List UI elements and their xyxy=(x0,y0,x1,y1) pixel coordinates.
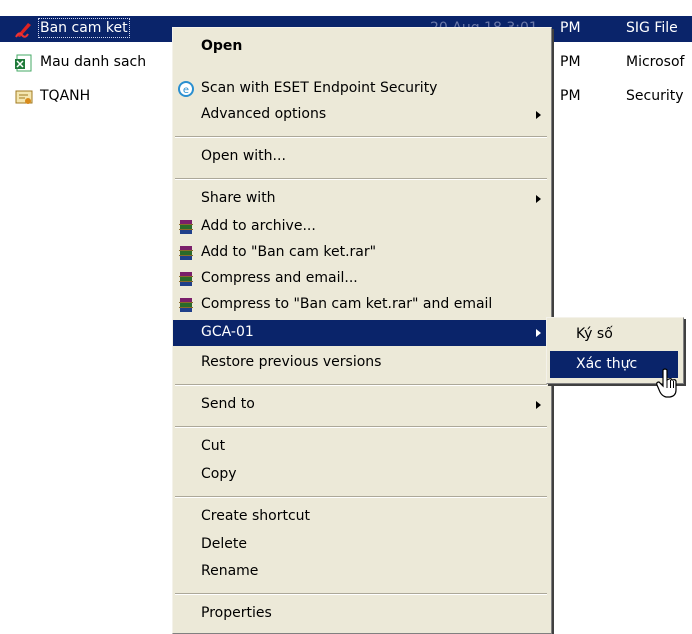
certificate-file-icon xyxy=(15,90,33,104)
menu-item-gca-01[interactable]: GCA-01 xyxy=(173,320,551,346)
menu-item-compress-and-email[interactable]: Compress and email... xyxy=(173,266,551,292)
menu-item-label: Open with... xyxy=(201,148,286,164)
menu-item-label: GCA-01 xyxy=(201,324,254,340)
eset-icon: e xyxy=(178,81,194,97)
menu-item-add-to-rar[interactable]: Add to "Ban cam ket.rar" xyxy=(173,240,551,266)
menu-item-open-with[interactable]: Open with... xyxy=(173,144,551,170)
file-time: PM xyxy=(560,54,581,70)
menu-item-label: Scan with ESET Endpoint Security xyxy=(201,80,438,96)
submenu-arrow-icon xyxy=(536,329,541,337)
menu-item-advanced-options[interactable]: Advanced options xyxy=(173,102,551,128)
menu-item-label: Copy xyxy=(201,466,237,482)
svg-text:e: e xyxy=(183,85,189,96)
file-name: Ban cam ket xyxy=(38,18,130,38)
menu-item-label: Advanced options xyxy=(201,106,327,122)
menu-item-cut[interactable]: Cut xyxy=(173,434,551,460)
menu-item-label: Share with xyxy=(201,190,276,206)
file-time: PM xyxy=(560,20,581,36)
winrar-icon xyxy=(179,246,193,260)
menu-item-open[interactable]: Open xyxy=(173,34,551,60)
menu-item-share-with[interactable]: Share with xyxy=(173,186,551,212)
menu-item-label: Add to archive... xyxy=(201,218,316,234)
menu-separator xyxy=(175,426,547,428)
menu-item-label: Send to xyxy=(201,396,255,412)
menu-separator xyxy=(175,593,547,595)
menu-separator xyxy=(175,384,547,386)
menu-separator xyxy=(175,496,547,498)
submenu-arrow-icon xyxy=(536,195,541,203)
file-type: Microsof xyxy=(626,54,685,70)
menu-item-properties[interactable]: Properties xyxy=(173,601,551,627)
submenu-arrow-icon xyxy=(536,111,541,119)
menu-separator xyxy=(175,136,547,138)
menu-item-compress-rar-and-email[interactable]: Compress to "Ban cam ket.rar" and email xyxy=(173,292,551,318)
menu-item-restore-previous-versions[interactable]: Restore previous versions xyxy=(173,350,551,376)
excel-file-icon xyxy=(15,54,32,72)
menu-item-label: Delete xyxy=(201,536,247,552)
file-name: Mau danh sach xyxy=(40,54,147,70)
menu-item-copy[interactable]: Copy xyxy=(173,462,551,488)
winrar-icon xyxy=(179,220,193,234)
signature-file-icon xyxy=(15,23,31,38)
menu-item-label: Cut xyxy=(201,438,226,454)
winrar-icon xyxy=(179,272,193,286)
menu-item-label: Compress and email... xyxy=(201,270,358,286)
submenu-arrow-icon xyxy=(536,401,541,409)
winrar-icon xyxy=(179,298,193,312)
menu-item-label: Compress to "Ban cam ket.rar" and email xyxy=(201,296,493,312)
hand-pointer-cursor-icon xyxy=(656,368,677,398)
context-menu: Open e Scan with ESET Endpoint Security … xyxy=(172,27,552,634)
submenu-item-label: Ký số xyxy=(576,326,613,342)
file-name: TQANH xyxy=(40,88,91,104)
menu-item-label: Properties xyxy=(201,605,272,621)
file-time: PM xyxy=(560,88,581,104)
menu-item-create-shortcut[interactable]: Create shortcut xyxy=(173,504,551,530)
menu-item-label: Add to "Ban cam ket.rar" xyxy=(201,244,377,260)
menu-item-rename[interactable]: Rename xyxy=(173,559,551,585)
menu-item-delete[interactable]: Delete xyxy=(173,532,551,558)
submenu-item-label: Xác thực xyxy=(576,356,638,372)
menu-item-add-to-archive[interactable]: Add to archive... xyxy=(173,214,551,240)
menu-separator xyxy=(175,178,547,180)
submenu-item-ky-so[interactable]: Ký số xyxy=(550,321,678,348)
menu-item-label: Rename xyxy=(201,563,259,579)
menu-item-send-to[interactable]: Send to xyxy=(173,392,551,418)
menu-item-label: Open xyxy=(201,38,243,54)
file-type: Security xyxy=(626,88,684,104)
menu-item-label: Restore previous versions xyxy=(201,354,382,370)
file-type: SIG File xyxy=(626,20,678,36)
menu-item-scan-eset[interactable]: e Scan with ESET Endpoint Security xyxy=(173,76,551,102)
menu-item-label: Create shortcut xyxy=(201,508,311,524)
